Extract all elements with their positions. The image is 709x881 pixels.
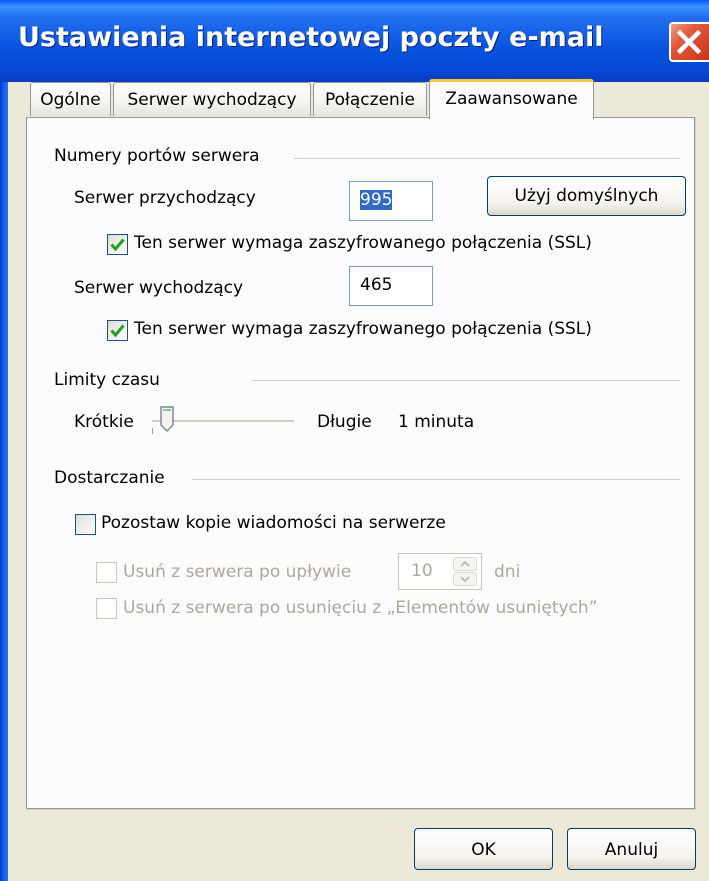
- use-defaults-button[interactable]: Użyj domyślnych: [487, 176, 686, 216]
- window-title: Ustawienia internetowej poczty e-mail: [18, 22, 604, 53]
- tab-general-label: Ogólne: [40, 90, 101, 110]
- ports-group-line: [294, 158, 680, 159]
- timeouts-group-line: [252, 380, 680, 381]
- cancel-button[interactable]: Anuluj: [567, 828, 696, 870]
- delivery-group-label: Dostarczanie: [54, 468, 165, 488]
- outgoing-port-value: 465: [360, 275, 393, 295]
- ok-button[interactable]: OK: [414, 828, 553, 870]
- tab-connection-label: Połączenie: [325, 90, 415, 110]
- timeouts-group-label: Limity czasu: [54, 370, 160, 390]
- ports-group-label: Numery portów serwera: [54, 146, 260, 166]
- outgoing-ssl-checkbox[interactable]: [107, 320, 128, 341]
- remove-after-days-value: 10: [411, 561, 433, 581]
- close-icon: [676, 29, 702, 55]
- timeout-value: 1 minuta: [398, 412, 475, 432]
- remove-after-days-spinner[interactable]: 10: [398, 553, 482, 590]
- incoming-port-value: 995: [360, 190, 393, 210]
- outgoing-server-label: Serwer wychodzący: [74, 278, 244, 298]
- checkmark-icon: [110, 324, 125, 338]
- tab-advanced-label: Zaawansowane: [445, 89, 578, 109]
- remove-deleted-checkbox[interactable]: [96, 598, 117, 619]
- spinner-arrows-icon[interactable]: [453, 557, 477, 586]
- cancel-label: Anuluj: [604, 840, 659, 860]
- incoming-port-input[interactable]: 995: [349, 181, 433, 221]
- remove-after-checkbox[interactable]: [96, 562, 117, 583]
- tab-outgoing-server-label: Serwer wychodzący: [127, 90, 297, 110]
- slider-tick: [152, 428, 153, 434]
- title-bar[interactable]: Ustawienia internetowej poczty e-mail: [0, 0, 709, 82]
- outgoing-ssl-label[interactable]: Ten serwer wymaga zaszyfrowanego połącze…: [134, 319, 592, 339]
- ok-label: OK: [471, 840, 496, 860]
- timeout-long-label: Długie: [317, 412, 372, 432]
- tab-general[interactable]: Ogólne: [30, 82, 111, 116]
- checkmark-icon: [110, 238, 125, 252]
- leave-copy-checkbox[interactable]: [75, 514, 96, 535]
- window-left-border: [0, 82, 8, 881]
- timeout-short-label: Krótkie: [74, 412, 134, 432]
- email-settings-dialog: Ustawienia internetowej poczty e-mail Og…: [0, 0, 709, 881]
- tab-outgoing-server[interactable]: Serwer wychodzący: [113, 82, 311, 116]
- incoming-ssl-checkbox[interactable]: [107, 234, 128, 255]
- tab-connection[interactable]: Połączenie: [313, 82, 427, 116]
- outgoing-port-input[interactable]: 465: [349, 266, 433, 306]
- use-defaults-label: Użyj domyślnych: [514, 186, 659, 206]
- tab-advanced[interactable]: Zaawansowane: [429, 79, 594, 119]
- timeout-slider-thumb[interactable]: [159, 405, 175, 433]
- incoming-server-label: Serwer przychodzący: [74, 188, 256, 208]
- delivery-group-line: [192, 479, 680, 480]
- close-button[interactable]: [669, 22, 709, 62]
- leave-copy-label[interactable]: Pozostaw kopie wiadomości na serwerze: [101, 513, 446, 533]
- remove-deleted-label: Usuń z serwera po usunięciu z „Elementów…: [123, 598, 598, 618]
- days-unit-label: dni: [494, 562, 521, 582]
- incoming-ssl-label[interactable]: Ten serwer wymaga zaszyfrowanego połącze…: [134, 233, 592, 253]
- remove-after-label: Usuń z serwera po upływie: [123, 562, 352, 582]
